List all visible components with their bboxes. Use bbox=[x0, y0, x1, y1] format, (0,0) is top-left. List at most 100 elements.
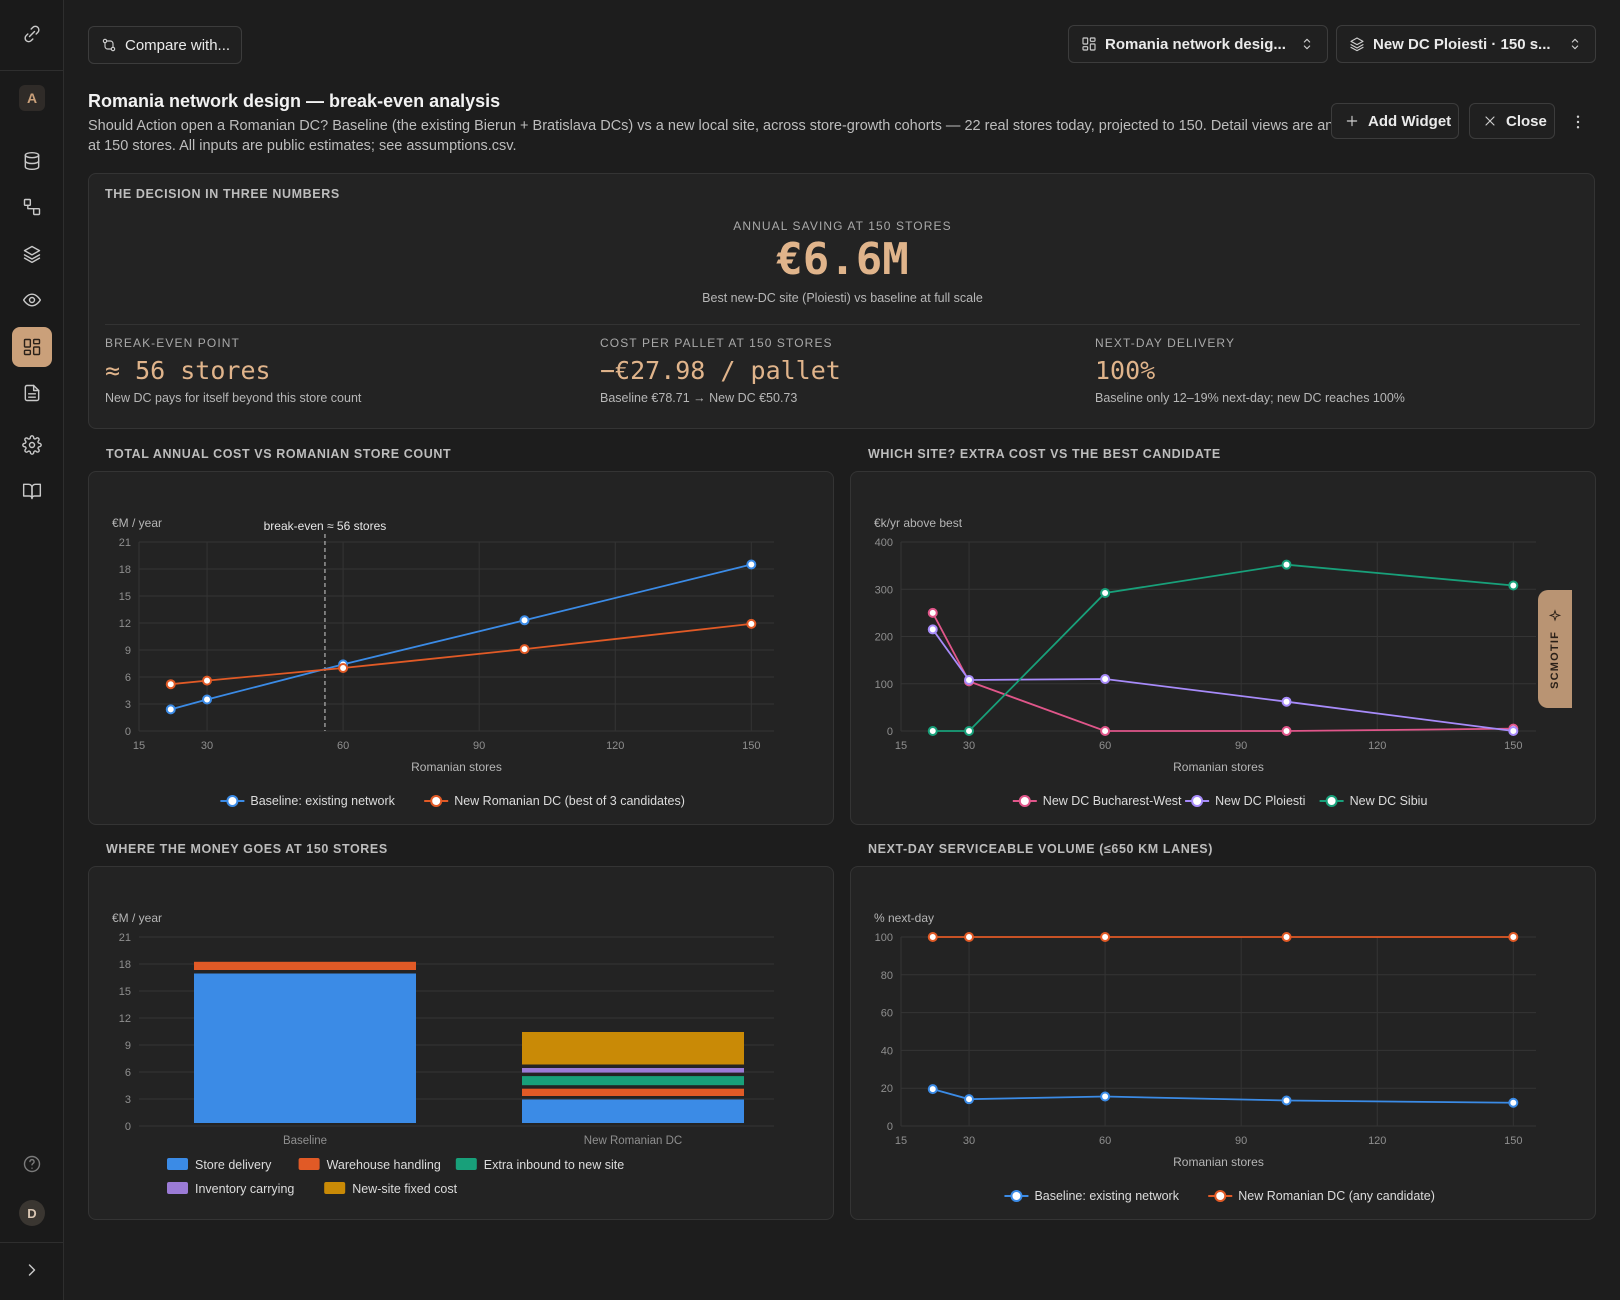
decision-section-title: THE DECISION IN THREE NUMBERS bbox=[105, 187, 340, 201]
y-tick-label: 100 bbox=[875, 932, 893, 944]
kpi-divider bbox=[105, 324, 1580, 325]
legend-swatch bbox=[455, 1158, 477, 1170]
data-point bbox=[964, 932, 975, 942]
x-tick-label: 120 bbox=[1368, 1135, 1386, 1147]
book-icon[interactable] bbox=[12, 471, 52, 511]
data-point bbox=[519, 644, 530, 655]
scenario-select[interactable]: New DC Ploiesti · 150 s... bbox=[1336, 25, 1596, 63]
layers-icon[interactable] bbox=[12, 234, 52, 274]
flow-icon[interactable] bbox=[12, 187, 52, 227]
legend-swatch bbox=[1010, 1190, 1023, 1202]
money-chart: 0 3 6 9 12 15 18 21 €M / year Baseline New Romania… bbox=[112, 911, 774, 1196]
y-tick-label: 12 bbox=[119, 618, 131, 630]
legend-label: New Romanian DC (any candidate) bbox=[1238, 1189, 1435, 1203]
data-point bbox=[1100, 588, 1111, 599]
kpi-label: COST PER PALLET AT 150 STORES bbox=[600, 336, 833, 350]
series-line bbox=[931, 612, 1514, 732]
bar-segment bbox=[522, 1068, 744, 1073]
data-point bbox=[964, 1094, 975, 1105]
close-button[interactable]: Close bbox=[1469, 103, 1555, 139]
y-tick-label: 9 bbox=[125, 645, 131, 657]
series-line bbox=[170, 563, 752, 711]
y-axis-label: €M / year bbox=[112, 516, 162, 530]
rail-divider bbox=[0, 1242, 64, 1243]
data-point bbox=[964, 674, 975, 685]
data-point bbox=[338, 663, 349, 673]
y-tick-label: 21 bbox=[119, 932, 131, 944]
legend-label: New-site fixed cost bbox=[352, 1182, 457, 1196]
document-icon[interactable] bbox=[12, 373, 52, 413]
x-tick-label: 30 bbox=[963, 740, 975, 752]
logo-icon[interactable] bbox=[12, 14, 52, 54]
workspace-badge[interactable]: A bbox=[19, 85, 45, 111]
y-tick-label: 60 bbox=[881, 1008, 893, 1020]
expand-chevron-icon[interactable] bbox=[12, 1250, 52, 1290]
data-point bbox=[1100, 1091, 1111, 1102]
user-avatar[interactable]: D bbox=[19, 1200, 45, 1226]
data-point bbox=[1508, 726, 1519, 736]
legend-label: Store delivery bbox=[195, 1158, 272, 1172]
chart-title-which-site: WHICH SITE? EXTRA COST VS THE BEST CANDI… bbox=[868, 447, 1221, 461]
rail-divider bbox=[0, 70, 64, 71]
legend-label: Baseline: existing network bbox=[250, 794, 395, 808]
layers-icon bbox=[1350, 37, 1364, 52]
y-tick-label: 21 bbox=[119, 537, 131, 549]
legend-label: Warehouse handling bbox=[327, 1158, 441, 1172]
data-point bbox=[1281, 559, 1292, 570]
decision-panel: THE DECISION IN THREE NUMBERS ANNUAL SAV… bbox=[88, 173, 1595, 429]
kpi-value: −€27.98 / pallet bbox=[600, 356, 841, 385]
data-point bbox=[964, 726, 975, 736]
y-tick-label: 12 bbox=[119, 1013, 131, 1025]
scenario-select-value: New DC Ploiesti · 150 s... bbox=[1373, 35, 1551, 53]
kpi-value: 100% bbox=[1095, 356, 1156, 385]
feedback-tab-label: SCMOTIF bbox=[1549, 631, 1561, 689]
data-point bbox=[1508, 932, 1519, 942]
next-day-chart: 0 20 40 60 80 100 % next-day 15 30 60 90 120 150 Roma… bbox=[874, 911, 1536, 1203]
x-tick-label: 90 bbox=[473, 740, 485, 752]
x-axis-label: Romanian stores bbox=[1173, 1155, 1264, 1169]
y-tick-label: 0 bbox=[887, 726, 893, 738]
bar-segment bbox=[522, 1099, 744, 1123]
project-select-value: Romania network desig... bbox=[1105, 35, 1286, 53]
y-tick-label: 6 bbox=[125, 672, 131, 684]
y-tick-label: 200 bbox=[875, 632, 893, 644]
legend-label: New Romanian DC (best of 3 candidates) bbox=[454, 794, 685, 808]
y-tick-label: 300 bbox=[875, 584, 893, 596]
x-tick-label: 90 bbox=[1235, 740, 1247, 752]
help-icon[interactable] bbox=[12, 1144, 52, 1184]
main-area: Compare with... Romania network desig...… bbox=[64, 0, 1620, 1300]
sparkle-icon bbox=[1548, 609, 1562, 622]
kpi-break-even: BREAK-EVEN POINT ≈ 56 stores New DC pays… bbox=[105, 336, 361, 405]
more-options-icon[interactable] bbox=[1564, 108, 1592, 136]
project-select[interactable]: Romania network desig... bbox=[1068, 25, 1328, 63]
chart-panel-money: 0 3 6 9 12 15 18 21 €M / year Baseline New Romania… bbox=[88, 866, 834, 1220]
legend-label: Inventory carrying bbox=[195, 1182, 294, 1196]
y-tick-label: 40 bbox=[881, 1045, 893, 1057]
legend-swatch bbox=[430, 795, 443, 807]
database-icon[interactable] bbox=[12, 141, 52, 181]
dashboard-icon bbox=[1082, 37, 1096, 51]
y-tick-label: 15 bbox=[119, 986, 131, 998]
gear-icon[interactable] bbox=[12, 425, 52, 465]
y-tick-label: 400 bbox=[875, 537, 893, 549]
x-tick-label: 15 bbox=[133, 740, 145, 752]
legend-swatch bbox=[1191, 795, 1204, 807]
series-line bbox=[932, 1088, 1514, 1104]
y-tick-label: 15 bbox=[119, 591, 131, 603]
y-tick-label: 100 bbox=[875, 679, 893, 691]
dashboard-icon[interactable] bbox=[12, 327, 52, 367]
y-tick-label: 0 bbox=[125, 1121, 131, 1133]
y-tick-label: 18 bbox=[119, 959, 131, 971]
x-tick-label: 150 bbox=[1504, 740, 1522, 752]
x-tick-label: 15 bbox=[895, 740, 907, 752]
feedback-tab[interactable]: SCMOTIF bbox=[1538, 590, 1572, 708]
x-tick-label: 60 bbox=[337, 740, 349, 752]
eye-icon[interactable] bbox=[12, 280, 52, 320]
data-point bbox=[202, 694, 213, 705]
compare-with-label: Compare with... bbox=[125, 36, 231, 54]
chevron-updown-icon bbox=[1303, 38, 1311, 50]
compare-with-button[interactable]: Compare with... bbox=[88, 26, 242, 64]
break-even-annotation: break-even ≈ 56 stores bbox=[264, 519, 387, 533]
add-widget-button[interactable]: Add Widget bbox=[1331, 103, 1459, 139]
hero-kpi-value: €6.6M bbox=[776, 234, 909, 285]
